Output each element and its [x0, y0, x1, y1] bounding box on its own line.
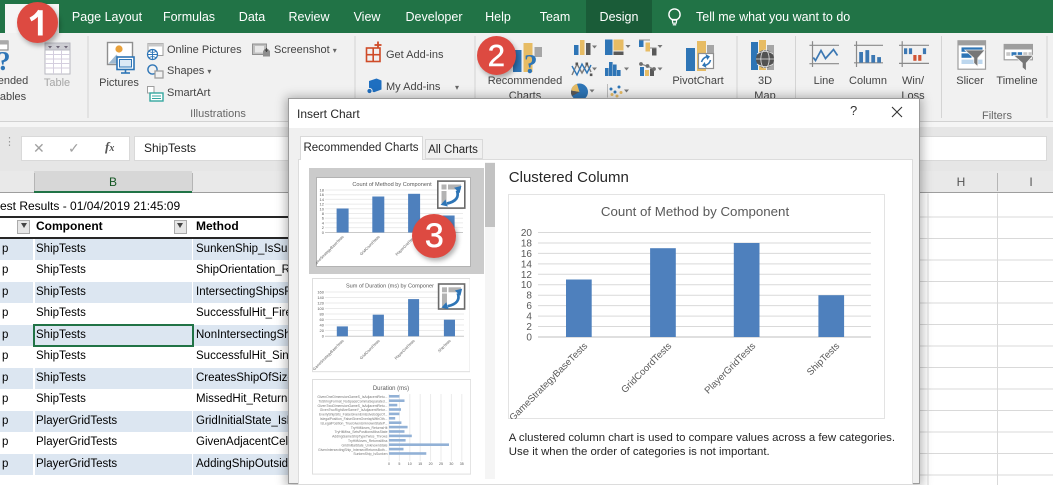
svg-text:40: 40 [319, 323, 324, 328]
svg-text:GivenTwoDimensionGameS_IsAdjac: GivenTwoDimensionGameS_IsAdjacentRetu... [318, 404, 388, 408]
svg-text:60: 60 [319, 317, 324, 322]
svg-text:PlayerGridTests: PlayerGridTests [703, 341, 759, 397]
svg-text:IsLegalPosition_TrueGivenUnkno: IsLegalPosition_TrueGivenUnknownStateP..… [321, 422, 388, 426]
svg-text:10: 10 [408, 462, 412, 466]
svg-text:20: 20 [319, 328, 324, 333]
svg-text:14: 14 [521, 260, 533, 271]
svg-text:2: 2 [526, 322, 532, 333]
svg-text:20: 20 [429, 462, 433, 466]
svg-text:Count of Method by Component: Count of Method by Component [353, 182, 433, 188]
svg-text:100: 100 [317, 306, 324, 311]
svg-text:TryHitMoves_ReturnsHit: TryHitMoves_ReturnsHit [351, 426, 388, 430]
svg-text:6: 6 [526, 301, 532, 312]
svg-text:TryHitMiss_SetsPositionsMissSt: TryHitMiss_SetsPositionsMissState [335, 431, 388, 435]
svg-text:8: 8 [526, 291, 532, 302]
svg-text:GameStrategyBaseTests: GameStrategyBaseTests [508, 341, 590, 419]
svg-text:12: 12 [521, 270, 533, 281]
svg-text:80: 80 [319, 312, 324, 317]
svg-text:TryHitMoves_ReturnsMiss: TryHitMoves_ReturnsMiss [348, 439, 388, 443]
svg-text:GivenIntersectingShip_Intersec: GivenIntersectingShip_IntersectReturnsBo… [318, 448, 387, 452]
svg-text:SunkenShip_IsSunken: SunkenShip_IsSunken [354, 453, 388, 457]
svg-text:18: 18 [521, 239, 533, 250]
svg-text:16: 16 [521, 249, 533, 260]
svg-text:Duration (ms): Duration (ms) [373, 386, 409, 392]
svg-text:ShipTests: ShipTests [805, 341, 842, 378]
svg-text:5: 5 [399, 462, 401, 466]
svg-text:IslegalPosition_FalseGivenOver: IslegalPosition_FalseGivenOverlapWithOth… [320, 417, 388, 421]
svg-text:15: 15 [418, 462, 422, 466]
svg-text:10: 10 [521, 281, 533, 292]
svg-text:25: 25 [439, 462, 443, 466]
svg-text:GivenOneDimensionGameS_IsAdjac: GivenOneDimensionGameS_IsAdjacentRetu... [318, 395, 388, 399]
svg-text:GridInitialState_UnknownState: GridInitialState_UnknownState [342, 444, 388, 448]
svg-text:140: 140 [317, 295, 324, 300]
svg-text:Count of Method by Component: Count of Method by Component [601, 204, 790, 219]
svg-text:35: 35 [460, 462, 464, 466]
svg-text:20: 20 [521, 228, 533, 239]
svg-text:0: 0 [526, 333, 532, 344]
svg-text:?: ? [0, 46, 11, 76]
svg-text:120: 120 [317, 301, 324, 306]
svg-text:30: 30 [450, 462, 454, 466]
svg-text:ToStringFormat_NoSpaceCommaSep: ToStringFormat_NoSpaceCommaSeparated... [319, 400, 388, 404]
svg-text:4: 4 [526, 312, 532, 323]
svg-text:Sum of Duration (ms) by Compon: Sum of Duration (ms) by Componer [346, 284, 434, 290]
svg-text:GivenTwoRightAreSameY_IsAdjace: GivenTwoRightAreSameY_IsAdjacentRetur... [320, 409, 388, 413]
svg-text:160: 160 [317, 290, 324, 295]
svg-text:?: ? [524, 49, 538, 79]
svg-text:0: 0 [388, 462, 390, 466]
svg-text:GridCoordTests: GridCoordTests [619, 341, 674, 396]
